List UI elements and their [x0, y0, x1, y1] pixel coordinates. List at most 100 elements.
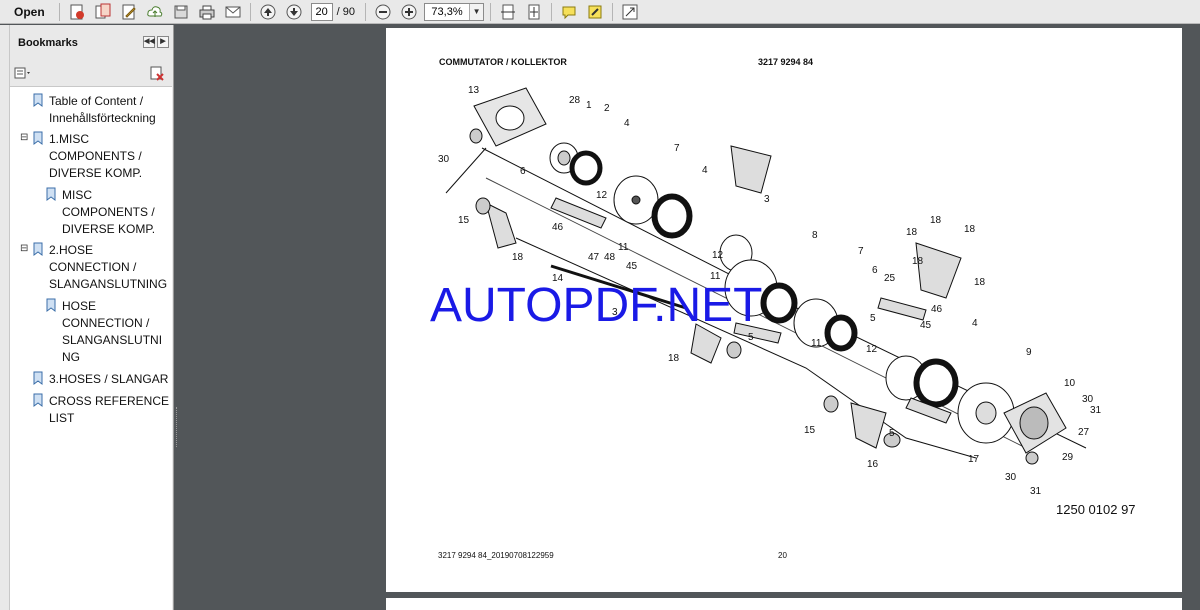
callout-17: 17	[968, 454, 980, 465]
previous-page-icon[interactable]	[257, 1, 279, 23]
callout-31: 31	[1030, 486, 1042, 497]
callout-4: 4	[624, 118, 630, 129]
page-number-input[interactable]: 20	[310, 2, 333, 21]
panel-menu-icon[interactable]: ▶	[157, 36, 169, 48]
bookmark-hoses[interactable]: 3.HOSES / SLANGAR	[32, 371, 168, 388]
callout-5: 5	[748, 332, 754, 343]
callout-18: 18	[668, 353, 680, 364]
bookmark-misc-components-sub[interactable]: MISC COMPONENTS / DIVERSE KOMP.	[45, 187, 155, 238]
callout-18: 18	[974, 277, 986, 288]
comment-icon[interactable]	[558, 1, 580, 23]
highlight-icon[interactable]	[584, 1, 606, 23]
bookmark-hose-connection[interactable]: ⊟ 2.HOSE CONNECTION / SLANGANSLUTNING	[20, 242, 167, 293]
bookmark-icon	[46, 187, 56, 201]
bookmark-table-of-content[interactable]: Table of Content / Innehållsförteckning	[32, 93, 156, 127]
toolbar-separator	[365, 2, 367, 21]
bookmarks-panel: Bookmarks ◀◀ ▶ Table of Content / Innehå…	[10, 25, 174, 610]
zoom-select[interactable]: 73,3% ▼	[424, 2, 485, 21]
bookmark-misc-components[interactable]: ⊟ 1.MISC COMPONENTS / DIVERSE KOMP.	[20, 131, 142, 182]
callout-28: 28	[569, 95, 581, 106]
bookmark-icon	[33, 393, 43, 407]
toolbar-separator	[490, 2, 492, 21]
callout-30: 30	[1082, 394, 1094, 405]
toolbar: Open 20 / 90 73,3% ▼	[0, 0, 1200, 24]
callout-5: 5	[889, 428, 895, 439]
drawing-id: 1250 0102 97	[1056, 502, 1136, 517]
bookmark-list: Table of Content / Innehållsförteckning …	[10, 86, 172, 610]
bookmarks-header: Bookmarks ◀◀ ▶	[10, 25, 173, 61]
callout-8: 8	[812, 230, 818, 241]
bookmark-icon	[33, 93, 43, 107]
callout-2: 2	[604, 103, 610, 114]
callout-9: 9	[1026, 347, 1032, 358]
print-icon[interactable]	[196, 1, 218, 23]
zoom-in-icon[interactable]	[398, 1, 420, 23]
callout-25: 25	[884, 273, 896, 284]
callout-45: 45	[920, 320, 932, 331]
toolbar-separator	[58, 2, 60, 21]
save-icon[interactable]	[170, 1, 192, 23]
callout-6: 6	[872, 265, 878, 276]
callout-10: 10	[1064, 378, 1076, 389]
callout-30: 30	[438, 154, 450, 165]
callout-15: 15	[804, 425, 816, 436]
bookmark-hose-connection-sub[interactable]: HOSE CONNECTION / SLANGANSLUTNI NG	[45, 298, 162, 366]
bookmark-icon	[33, 242, 43, 256]
create-pdf-icon[interactable]	[66, 1, 88, 23]
footer-file-name: 3217 9294 84_20190708122959	[438, 551, 554, 560]
bookmark-icon	[33, 371, 43, 385]
callout-46: 46	[552, 222, 564, 233]
callout-29: 29	[1062, 452, 1074, 463]
callout-45: 45	[626, 261, 638, 272]
callout-30: 30	[1005, 472, 1017, 483]
callout-47: 47	[588, 252, 600, 263]
zoom-out-icon[interactable]	[372, 1, 394, 23]
callout-15: 15	[458, 215, 470, 226]
callout-6: 6	[520, 166, 526, 177]
collapse-toggle-icon[interactable]: ⊟	[20, 131, 30, 145]
delete-bookmark-icon[interactable]	[149, 65, 165, 81]
next-document-page	[386, 598, 1182, 610]
callout-18: 18	[512, 252, 524, 263]
callout-27: 27	[1078, 427, 1090, 438]
callout-3: 3	[764, 194, 770, 205]
watermark-text: AUTOPDF.NET	[430, 279, 763, 332]
callout-7: 7	[674, 143, 680, 154]
collapse-toggle-icon[interactable]: ⊟	[20, 242, 30, 256]
expand-icon[interactable]	[619, 1, 641, 23]
callout-18: 18	[964, 224, 976, 235]
callout-4: 4	[972, 318, 978, 329]
toolbar-separator	[612, 2, 614, 21]
callout-18: 18	[912, 256, 924, 267]
fit-width-icon[interactable]	[497, 1, 519, 23]
bookmark-icon	[33, 131, 43, 145]
callout-18: 18	[906, 227, 918, 238]
combine-files-icon[interactable]	[92, 1, 114, 23]
zoom-value: 73,3%	[431, 5, 463, 18]
callout-13: 13	[468, 85, 480, 96]
open-button[interactable]: Open	[0, 0, 55, 24]
email-icon[interactable]	[222, 1, 244, 23]
page-total: / 90	[336, 5, 356, 18]
options-menu-icon[interactable]	[14, 66, 34, 80]
bookmark-cross-reference[interactable]: CROSS REFERENCE LIST	[32, 393, 169, 427]
navigation-strip[interactable]	[0, 25, 10, 610]
callout-16: 16	[867, 459, 879, 470]
next-page-icon[interactable]	[283, 1, 305, 23]
collapse-panel-icon[interactable]: ◀◀	[143, 36, 155, 48]
callout-48: 48	[604, 252, 616, 263]
edit-document-icon[interactable]	[118, 1, 140, 23]
bookmarks-title: Bookmarks	[18, 37, 78, 49]
toolbar-separator	[551, 2, 553, 21]
footer-page-number: 20	[778, 551, 787, 560]
callout-31: 31	[1090, 405, 1102, 416]
chevron-down-icon[interactable]: ▼	[469, 3, 484, 20]
callout-1: 1	[586, 100, 592, 111]
bookmarks-toolbar	[10, 61, 173, 85]
callout-7: 7	[858, 246, 864, 257]
fit-page-icon[interactable]	[523, 1, 545, 23]
bookmark-icon	[46, 298, 56, 312]
panel-resize-handle[interactable]	[176, 407, 180, 447]
callout-12: 12	[712, 250, 724, 261]
upload-cloud-icon[interactable]	[144, 1, 166, 23]
